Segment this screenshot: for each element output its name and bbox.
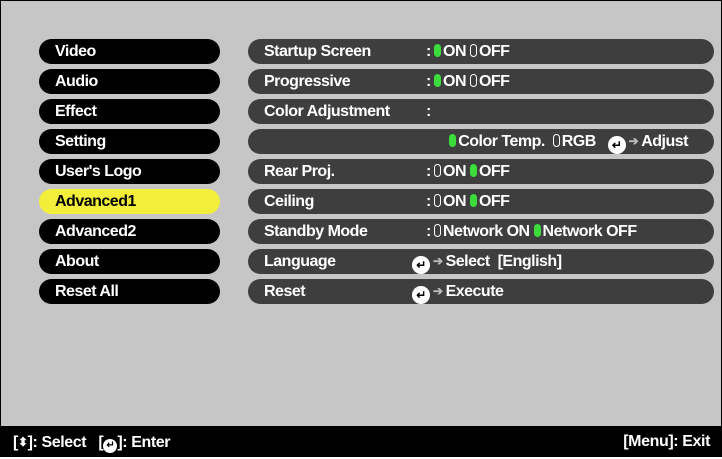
- menu-item-about[interactable]: About: [39, 249, 220, 274]
- progressive-off-option[interactable]: OFF: [479, 73, 510, 90]
- menu-item-setting[interactable]: Setting: [39, 129, 220, 154]
- enter-icon: ↵: [607, 136, 626, 154]
- ceiling-on-option[interactable]: ON: [443, 193, 467, 210]
- color-adjustment-row[interactable]: Color Adjustment :: [248, 99, 714, 124]
- reset-label: Reset: [264, 283, 306, 300]
- menu-item-advanced2[interactable]: Advanced2: [39, 219, 220, 244]
- startup-off-radio-icon[interactable]: [469, 44, 477, 57]
- ceiling-off-radio-icon[interactable]: [469, 194, 477, 207]
- startup-on-radio-icon[interactable]: [434, 44, 441, 57]
- rear-proj-off-radio-icon[interactable]: [469, 164, 477, 177]
- arrow-right-icon: ➔: [433, 254, 443, 268]
- progressive-off-radio-icon[interactable]: [469, 74, 477, 87]
- menu-item-users-logo[interactable]: User's Logo: [39, 159, 220, 184]
- progressive-row[interactable]: Progressive : ON OFF: [248, 69, 714, 94]
- rear-proj-on-option[interactable]: ON: [443, 163, 467, 180]
- footer-help-bar: [⬍]: Select [↵]: Enter [Menu]: Exit: [1, 426, 721, 456]
- up-down-icon: ⬍: [17, 435, 28, 449]
- network-off-option[interactable]: Network OFF: [543, 223, 638, 240]
- network-off-radio-icon[interactable]: [533, 224, 541, 237]
- menu-item-video[interactable]: Video: [39, 39, 220, 64]
- enter-icon: ↵: [412, 286, 430, 304]
- startup-on-option[interactable]: ON: [443, 43, 467, 60]
- ceiling-on-radio-icon[interactable]: [434, 194, 441, 207]
- enter-icon: ↵: [103, 439, 118, 453]
- network-on-option[interactable]: Network ON: [443, 223, 530, 240]
- enter-hint: ]: Enter: [117, 434, 171, 451]
- progressive-on-option[interactable]: ON: [443, 73, 467, 90]
- exit-hint: [Menu]: Exit: [623, 433, 710, 450]
- rear-proj-row[interactable]: Rear Proj. : ON OFF: [248, 159, 714, 184]
- startup-screen-row[interactable]: Startup Screen : ON OFF: [248, 39, 714, 64]
- select-hint: ]: Select: [27, 434, 87, 451]
- menu-item-advanced1[interactable]: Advanced1: [39, 189, 220, 214]
- menu-item-reset-all[interactable]: Reset All: [39, 279, 220, 304]
- language-select-action[interactable]: Select: [446, 253, 491, 270]
- language-value: [English]: [497, 253, 562, 270]
- reset-execute-action[interactable]: Execute: [446, 283, 504, 300]
- rear-proj-on-radio-icon[interactable]: [434, 164, 441, 177]
- ceiling-row[interactable]: Ceiling : ON OFF: [248, 189, 714, 214]
- rgb-radio-icon[interactable]: [552, 134, 560, 147]
- standby-mode-row[interactable]: Standby Mode : Network ON Network OFF: [248, 219, 714, 244]
- startup-off-option[interactable]: OFF: [479, 43, 510, 60]
- arrow-right-icon: ➔: [433, 284, 443, 298]
- startup-screen-label: Startup Screen: [264, 43, 371, 60]
- color-adjustment-label: Color Adjustment: [264, 103, 390, 120]
- arrow-right-icon: ➔: [628, 134, 639, 148]
- network-on-radio-icon[interactable]: [434, 224, 441, 237]
- rear-proj-label: Rear Proj.: [264, 163, 335, 180]
- progressive-label: Progressive: [264, 73, 351, 90]
- enter-icon: ↵: [412, 256, 430, 274]
- ceiling-off-option[interactable]: OFF: [479, 193, 510, 210]
- ceiling-label: Ceiling: [264, 193, 314, 210]
- color-temp-option[interactable]: Color Temp.: [458, 133, 545, 150]
- projector-menu-screen: Video Audio Effect Setting User's Logo A…: [0, 0, 722, 457]
- menu-item-effect[interactable]: Effect: [39, 99, 220, 124]
- rgb-option[interactable]: RGB: [562, 133, 597, 150]
- language-label: Language: [264, 253, 336, 270]
- reset-row[interactable]: Reset ↵ ➔ Execute: [248, 279, 714, 304]
- color-adjustment-sub-row[interactable]: Color Temp. RGB ↵ ➔ Adjust: [248, 129, 714, 154]
- standby-mode-label: Standby Mode: [264, 223, 368, 240]
- adjust-action[interactable]: Adjust: [641, 133, 688, 150]
- progressive-on-radio-icon[interactable]: [434, 74, 441, 87]
- language-row[interactable]: Language ↵ ➔ Select [English]: [248, 249, 714, 274]
- menu-item-audio[interactable]: Audio: [39, 69, 220, 94]
- rear-proj-off-option[interactable]: OFF: [479, 163, 510, 180]
- color-temp-radio-icon[interactable]: [449, 134, 457, 147]
